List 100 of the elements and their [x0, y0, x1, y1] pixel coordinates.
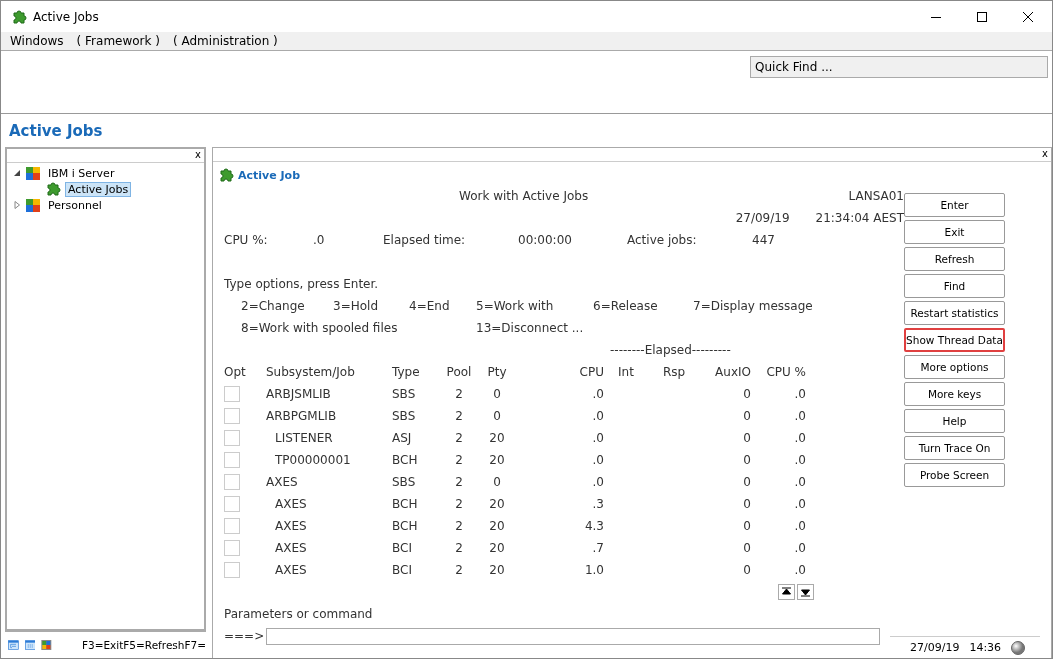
job-name: AXES — [275, 497, 307, 511]
aux-io: 0 — [743, 563, 751, 577]
option-text: 5=Work with — [476, 299, 554, 313]
option-input[interactable] — [224, 496, 240, 512]
function-button[interactable]: More options — [904, 355, 1005, 379]
stat-value: 00:00:00 — [518, 233, 572, 247]
job-name: ARBPGMLIB — [266, 409, 337, 423]
menu-item[interactable]: ( Administration ) — [173, 34, 278, 48]
function-button[interactable]: Refresh — [904, 247, 1005, 271]
function-button[interactable]: Find — [904, 274, 1005, 298]
job-type: BCH — [392, 519, 418, 533]
column-header: CPU % — [766, 365, 806, 379]
screen-time: 21:34:04 AEST — [815, 211, 904, 225]
aux-io: 0 — [743, 541, 751, 555]
priority: 20 — [489, 519, 505, 533]
column-header: AuxIO — [715, 365, 751, 379]
option-input[interactable] — [224, 452, 240, 468]
quick-find-field[interactable]: Quick Find ... — [750, 56, 1048, 78]
function-button[interactable]: Show Thread Data — [904, 328, 1005, 352]
function-button[interactable]: Turn Trace On — [904, 436, 1005, 460]
function-button[interactable]: Restart statistics — [904, 301, 1005, 325]
window-title: Active Jobs — [33, 9, 99, 24]
grid-view-icon[interactable] — [24, 637, 36, 653]
puzzle-icon — [11, 8, 27, 25]
tree-item[interactable]: Active Jobs — [65, 181, 132, 197]
priority: 20 — [489, 541, 505, 555]
command-prompt: ===> — [224, 629, 265, 643]
aux-io: 0 — [743, 519, 751, 533]
function-button[interactable]: Help — [904, 409, 1005, 433]
cpu-time: .0 — [592, 431, 604, 445]
cpu-percent: .0 — [794, 497, 806, 511]
cpu-percent: .0 — [794, 453, 806, 467]
job-type: ASJ — [392, 431, 412, 445]
job-type: SBS — [392, 475, 416, 489]
puzzle-icon — [25, 165, 41, 181]
aux-io: 0 — [743, 431, 751, 445]
option-input[interactable] — [224, 386, 240, 402]
cpu-percent: .0 — [794, 541, 806, 555]
menu-item[interactable]: ( Framework ) — [76, 34, 160, 48]
expand-arrow-icon[interactable] — [13, 201, 21, 209]
cpu-percent: .0 — [794, 563, 806, 577]
cpu-percent: .0 — [794, 431, 806, 445]
status-time: 14:36 — [969, 641, 1002, 654]
function-button[interactable]: Probe Screen — [904, 463, 1005, 487]
page-bottom-icon[interactable] — [797, 584, 814, 600]
stat-label: Active jobs: — [627, 233, 697, 247]
aux-io: 0 — [743, 387, 751, 401]
puzzle-icon — [218, 167, 234, 183]
command-field[interactable] — [266, 627, 881, 645]
priority: 0 — [493, 475, 501, 489]
collapse-arrow-icon[interactable] — [13, 169, 21, 177]
column-header: Rsp — [663, 365, 686, 379]
aux-io: 0 — [743, 497, 751, 511]
cpu-time: .0 — [592, 475, 604, 489]
function-button[interactable]: Enter — [904, 193, 1005, 217]
column-header: Pty — [487, 365, 507, 379]
close-icon[interactable] — [1022, 10, 1034, 23]
menu-item[interactable]: Windows — [10, 34, 64, 48]
page-top-icon[interactable] — [778, 584, 795, 600]
job-type: SBS — [392, 387, 416, 401]
option-input[interactable] — [224, 474, 240, 490]
pool-number: 2 — [455, 497, 463, 511]
option-text: 8=Work with spooled files — [241, 321, 398, 335]
stat-value: .0 — [313, 233, 325, 247]
cpu-time: 4.3 — [584, 519, 604, 533]
job-name: AXES — [266, 475, 298, 489]
status-light-icon — [1011, 640, 1026, 655]
pool-number: 2 — [455, 387, 463, 401]
tree-item[interactable]: IBM i Server — [45, 165, 118, 181]
job-type: BCI — [392, 563, 412, 577]
close-button[interactable]: x — [1042, 148, 1051, 161]
tree-view-icon[interactable] — [8, 637, 19, 653]
option-input[interactable] — [224, 562, 240, 578]
function-button[interactable]: Exit — [904, 220, 1005, 244]
puzzle-icon — [45, 181, 61, 197]
command-label: Parameters or command — [224, 607, 373, 621]
pool-number: 2 — [455, 563, 463, 577]
function-button[interactable]: More keys — [904, 382, 1005, 406]
stat-value: 447 — [752, 233, 775, 247]
maximize-icon[interactable] — [976, 10, 988, 23]
priority: 20 — [489, 497, 505, 511]
job-name: AXES — [275, 541, 307, 555]
option-input[interactable] — [224, 540, 240, 556]
option-text: 4=End — [409, 299, 450, 313]
priority: 20 — [489, 563, 505, 577]
option-input[interactable] — [224, 430, 240, 446]
cpu-percent: .0 — [794, 519, 806, 533]
tree-item[interactable]: Personnel — [45, 197, 105, 213]
tiles-icon[interactable] — [41, 637, 52, 653]
cpu-time: .0 — [592, 387, 604, 401]
priority: 20 — [489, 431, 505, 445]
cpu-time: .3 — [592, 497, 604, 511]
option-input[interactable] — [224, 408, 240, 424]
cpu-time: .0 — [592, 409, 604, 423]
column-header: Pool — [446, 365, 472, 379]
job-type: BCH — [392, 497, 418, 511]
close-button[interactable]: x — [195, 149, 204, 162]
option-input[interactable] — [224, 518, 240, 534]
column-header: Int — [618, 365, 634, 379]
instruction-text: Type options, press Enter. — [224, 277, 379, 291]
